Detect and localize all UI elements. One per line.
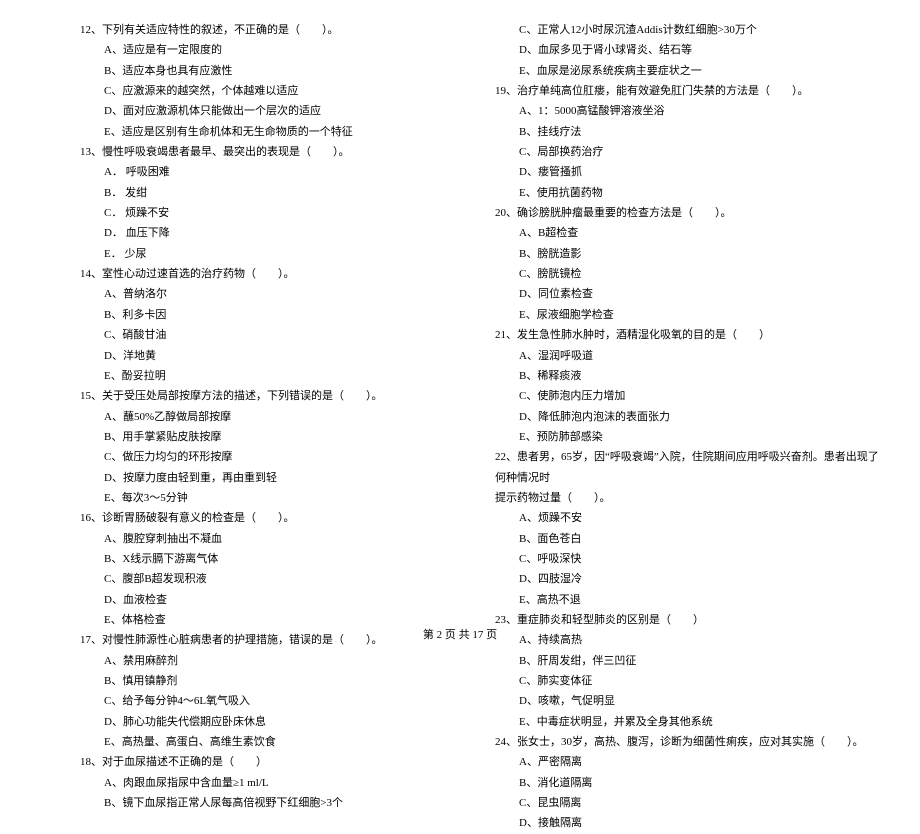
q12-D: D、面对应激源机体只能做出一个层次的适应 xyxy=(80,101,465,121)
q13-stem: 13、慢性呼吸衰竭患者最早、最突出的表现是（ ）。 xyxy=(80,142,465,162)
q19-A: A、1：5000高锰酸钾溶液坐浴 xyxy=(495,101,880,121)
q21-C: C、使肺泡内压力增加 xyxy=(495,386,880,406)
q18-C: C、正常人12小时尿沉渣Addis计数红细胞>30万个 xyxy=(495,20,880,40)
q21-A: A、湿润呼吸道 xyxy=(495,346,880,366)
q17-B: B、慎用镇静剂 xyxy=(80,671,465,691)
q13-D: D． 血压下降 xyxy=(80,223,465,243)
q17-E: E、高热量、高蛋白、高维生素饮食 xyxy=(80,732,465,752)
q23-D: D、咳嗽，气促明显 xyxy=(495,691,880,711)
q14-A: A、普纳洛尔 xyxy=(80,284,465,304)
q18-D: D、血尿多见于肾小球肾炎、结石等 xyxy=(495,40,880,60)
q24-B: B、消化道隔离 xyxy=(495,773,880,793)
q22-C: C、呼吸深快 xyxy=(495,549,880,569)
q18-A: A、肉跟血尿指尿中含血量≥1 ml/L xyxy=(80,773,465,793)
q12-C: C、应激源来的越突然，个体越难以适应 xyxy=(80,81,465,101)
q12-stem: 12、下列有关适应特性的叙述，不正确的是（ ）。 xyxy=(80,20,465,40)
q20-B: B、膀胱造影 xyxy=(495,244,880,264)
q19-B: B、挂线疗法 xyxy=(495,122,880,142)
q18-B: B、镜下血尿指正常人尿每高倍视野下红细胞>3个 xyxy=(80,793,465,813)
q14-C: C、硝酸甘油 xyxy=(80,325,465,345)
q19-E: E、使用抗菌药物 xyxy=(495,183,880,203)
q14-stem: 14、室性心动过速首选的治疗药物（ ）。 xyxy=(80,264,465,284)
q12-E: E、适应是区别有生命机体和无生命物质的一个特征 xyxy=(80,122,465,142)
q13-A: A． 呼吸困难 xyxy=(80,162,465,182)
q16-A: A、腹腔穿刺抽出不凝血 xyxy=(80,529,465,549)
q16-C: C、腹部B超发现积液 xyxy=(80,569,465,589)
q16-stem: 16、诊断胃肠破裂有意义的检查是（ ）。 xyxy=(80,508,465,528)
q15-A: A、蘸50%乙醇做局部按摩 xyxy=(80,407,465,427)
q22-A: A、烦躁不安 xyxy=(495,508,880,528)
q12-B: B、适应本身也具有应激性 xyxy=(80,61,465,81)
q20-A: A、B超检查 xyxy=(495,223,880,243)
q22-stem-line2: 提示药物过量（ ）。 xyxy=(495,488,880,508)
q22-D: D、四肢湿冷 xyxy=(495,569,880,589)
q12-A: A、适应是有一定限度的 xyxy=(80,40,465,60)
q22-E: E、高热不退 xyxy=(495,590,880,610)
q15-B: B、用手掌紧贴皮肤按摩 xyxy=(80,427,465,447)
q15-D: D、按摩力度由轻到重，再由重到轻 xyxy=(80,468,465,488)
q13-C: C． 烦躁不安 xyxy=(80,203,465,223)
q21-E: E、预防肺部感染 xyxy=(495,427,880,447)
q16-D: D、血液检查 xyxy=(80,590,465,610)
q13-B: B． 发绀 xyxy=(80,183,465,203)
q24-C: C、昆虫隔离 xyxy=(495,793,880,813)
q15-stem: 15、关于受压处局部按摩方法的描述，下列错误的是（ ）。 xyxy=(80,386,465,406)
q18-stem: 18、对于血尿描述不正确的是（ ） xyxy=(80,752,465,772)
q13-E: E． 少尿 xyxy=(80,244,465,264)
page-container: 12、下列有关适应特性的叙述，不正确的是（ ）。 A、适应是有一定限度的 B、适… xyxy=(0,0,920,620)
page-footer: 第 2 页 共 17 页 xyxy=(0,626,920,642)
q21-B: B、稀释痰液 xyxy=(495,366,880,386)
q20-E: E、尿液细胞学检查 xyxy=(495,305,880,325)
q21-stem: 21、发生急性肺水肿时，酒精湿化吸氧的目的是（ ） xyxy=(495,325,880,345)
q16-B: B、X线示膈下游离气体 xyxy=(80,549,465,569)
q17-D: D、肺心功能失代偿期应卧床休息 xyxy=(80,712,465,732)
q18-E: E、血尿是泌尿系统疾病主要症状之一 xyxy=(495,61,880,81)
q14-B: B、利多卡因 xyxy=(80,305,465,325)
q22-stem-line1: 22、患者男，65岁，因“呼吸衰竭”入院，住院期间应用呼吸兴奋剂。患者出现了何种… xyxy=(495,447,880,488)
q19-stem: 19、治疗单纯高位肛瘘，能有效避免肛门失禁的方法是（ ）。 xyxy=(495,81,880,101)
q21-D: D、降低肺泡内泡沫的表面张力 xyxy=(495,407,880,427)
q23-E: E、中毒症状明显，并累及全身其他系统 xyxy=(495,712,880,732)
q17-A: A、禁用麻醉剂 xyxy=(80,651,465,671)
right-column: C、正常人12小时尿沉渣Addis计数红细胞>30万个 D、血尿多见于肾小球肾炎… xyxy=(495,20,880,610)
q15-E: E、每次3～5分钟 xyxy=(80,488,465,508)
q19-C: C、局部换药治疗 xyxy=(495,142,880,162)
q23-B: B、肝周发绀，伴三凹征 xyxy=(495,651,880,671)
q15-C: C、做压力均匀的环形按摩 xyxy=(80,447,465,467)
q14-D: D、洋地黄 xyxy=(80,346,465,366)
q17-C: C、给予每分钟4～6L氧气吸入 xyxy=(80,691,465,711)
q23-C: C、肺实变体征 xyxy=(495,671,880,691)
q19-D: D、瘘管搔抓 xyxy=(495,162,880,182)
q14-E: E、酚妥拉明 xyxy=(80,366,465,386)
q24-stem: 24、张女士，30岁，高热、腹泻，诊断为细菌性痢疾，应对其实施（ ）。 xyxy=(495,732,880,752)
q24-D: D、接触隔离 xyxy=(495,813,880,833)
q24-A: A、严密隔离 xyxy=(495,752,880,772)
q20-stem: 20、确诊膀胱肿瘤最重要的检查方法是（ ）。 xyxy=(495,203,880,223)
q22-B: B、面色苍白 xyxy=(495,529,880,549)
left-column: 12、下列有关适应特性的叙述，不正确的是（ ）。 A、适应是有一定限度的 B、适… xyxy=(80,20,465,610)
q20-C: C、膀胱镜检 xyxy=(495,264,880,284)
q20-D: D、同位素检查 xyxy=(495,284,880,304)
